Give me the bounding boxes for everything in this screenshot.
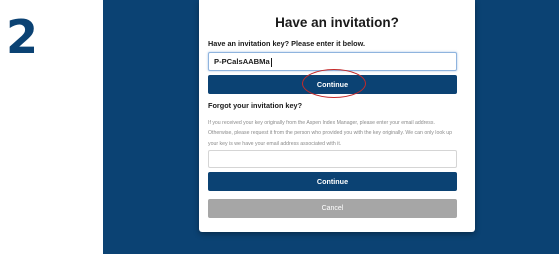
dialog-title: Have an invitation? — [275, 15, 399, 30]
continue-button[interactable]: Continue — [208, 75, 457, 94]
invitation-dialog: Have an invitation? Have an invitation k… — [199, 0, 475, 232]
cancel-button[interactable]: Cancel — [208, 199, 457, 218]
invitation-key-value: P-PCalsAABMa — [214, 57, 270, 66]
forgot-key-help-text: If you received your key originally from… — [208, 120, 453, 147]
screenshot-panel: Have an invitation? Have an invitation k… — [103, 0, 559, 254]
email-continue-button[interactable]: Continue — [208, 172, 457, 191]
invitation-key-input[interactable]: P-PCalsAABMa — [208, 52, 457, 71]
forgot-key-heading: Forgot your invitation key? — [208, 101, 303, 110]
text-caret — [270, 57, 272, 67]
invitation-key-prompt: Have an invitation key? Please enter it … — [208, 39, 366, 48]
step-number: 2 — [6, 10, 39, 64]
email-input[interactable] — [208, 150, 457, 168]
